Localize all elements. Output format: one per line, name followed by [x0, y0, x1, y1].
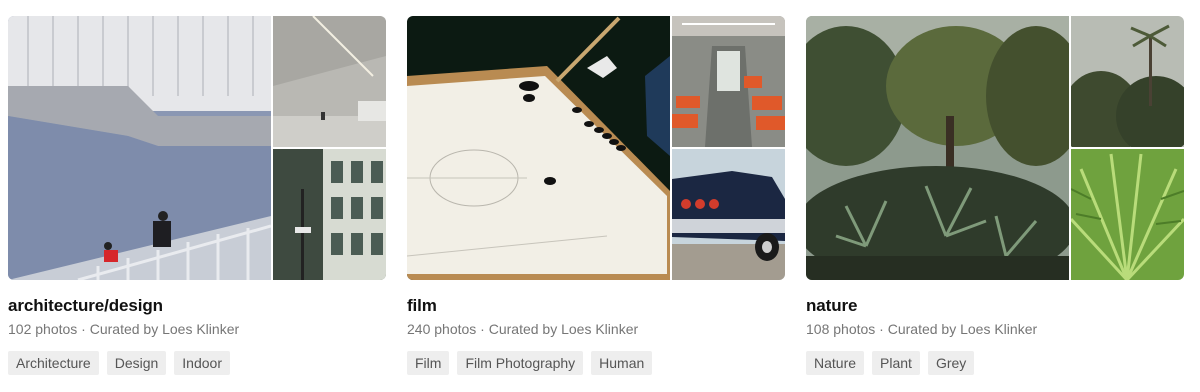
collection-title[interactable]: nature — [806, 296, 857, 316]
collection-meta: 102 photos · Curated by Loes Klinker — [8, 321, 240, 337]
photo-train-interior[interactable] — [672, 16, 785, 147]
tag-list: Film Film Photography Human — [407, 351, 653, 375]
tag-plant[interactable]: Plant — [872, 351, 920, 375]
collection-title[interactable]: film — [407, 296, 437, 316]
tag-architecture[interactable]: Architecture — [8, 351, 99, 375]
photo-garden-plants[interactable] — [806, 16, 1069, 280]
photo-street-building[interactable] — [273, 149, 386, 280]
tag-human[interactable]: Human — [591, 351, 653, 375]
photo-air-hockey-table[interactable] — [407, 16, 670, 280]
collection-photo-mosaic[interactable] — [407, 16, 785, 280]
collection-photo-mosaic[interactable] — [8, 16, 386, 280]
photo-palm-trees[interactable] — [1071, 16, 1184, 147]
photo-staircase[interactable] — [8, 16, 271, 280]
photo-concrete-interior[interactable] — [273, 16, 386, 147]
collection-title[interactable]: architecture/design — [8, 296, 163, 316]
photo-palm-leaves[interactable] — [1071, 149, 1184, 280]
collection-card-nature[interactable]: nature 108 photos · Curated by Loes Klin… — [806, 16, 1184, 375]
tag-film[interactable]: Film — [407, 351, 450, 375]
tag-film-photography[interactable]: Film Photography — [457, 351, 584, 375]
collection-meta: 108 photos · Curated by Loes Klinker — [806, 321, 1038, 337]
collection-photo-mosaic[interactable] — [806, 16, 1184, 280]
collection-meta: 240 photos · Curated by Loes Klinker — [407, 321, 639, 337]
tag-list: Nature Plant Grey — [806, 351, 975, 375]
tag-indoor[interactable]: Indoor — [174, 351, 230, 375]
tag-design[interactable]: Design — [106, 351, 167, 375]
tag-list: Architecture Design Indoor — [8, 351, 230, 375]
tag-nature[interactable]: Nature — [806, 351, 865, 375]
tag-grey[interactable]: Grey — [927, 351, 975, 375]
collection-card-architecture-design[interactable]: architecture/design 102 photos · Curated… — [8, 16, 386, 375]
photo-vintage-car[interactable] — [672, 149, 785, 280]
collection-card-film[interactable]: film 240 photos · Curated by Loes Klinke… — [407, 16, 785, 375]
